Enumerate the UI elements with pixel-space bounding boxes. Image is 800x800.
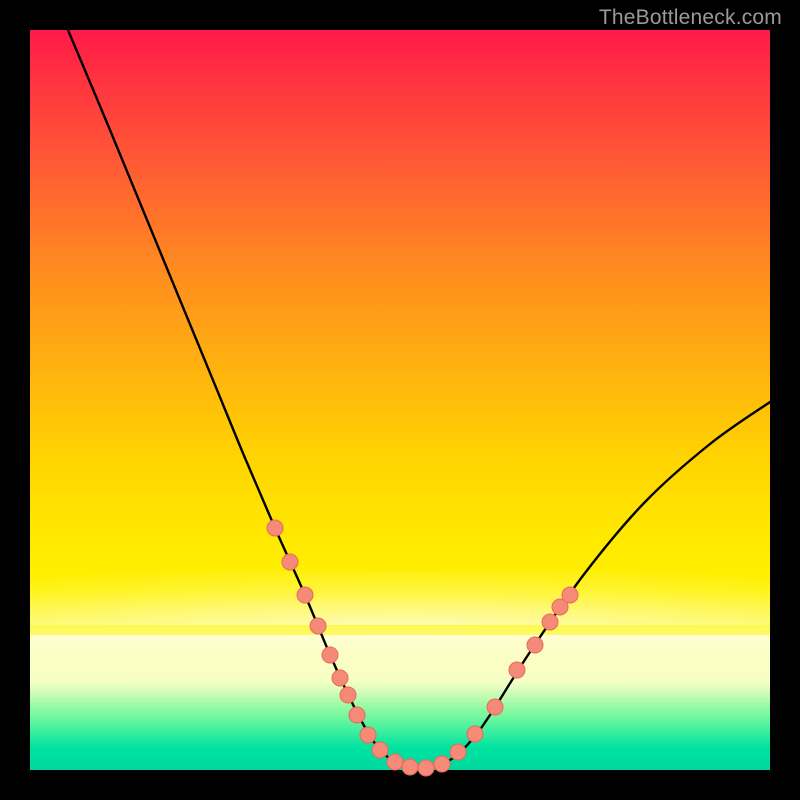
highlighted-dots <box>267 520 578 776</box>
curve-dot <box>297 587 313 603</box>
curve-dot <box>349 707 365 723</box>
curve-dot <box>562 587 578 603</box>
curve-dot <box>434 756 450 772</box>
curve-dot <box>282 554 298 570</box>
curve-dot <box>322 647 338 663</box>
chart-svg <box>30 30 770 770</box>
curve-dot <box>450 744 466 760</box>
curve-dot <box>310 618 326 634</box>
curve-dot <box>360 727 376 743</box>
curve-dot <box>418 760 434 776</box>
curve-dot <box>542 614 558 630</box>
curve-dot <box>387 754 403 770</box>
curve-dot <box>467 726 483 742</box>
curve-dot <box>402 759 418 775</box>
watermark-text: TheBottleneck.com <box>599 6 782 30</box>
curve-dot <box>267 520 283 536</box>
curve-dot <box>527 637 543 653</box>
curve-dot <box>340 687 356 703</box>
curve-dot <box>332 670 348 686</box>
curve-dot <box>509 662 525 678</box>
curve-dot <box>487 699 503 715</box>
bottleneck-curve <box>68 30 770 768</box>
curve-dot <box>372 742 388 758</box>
